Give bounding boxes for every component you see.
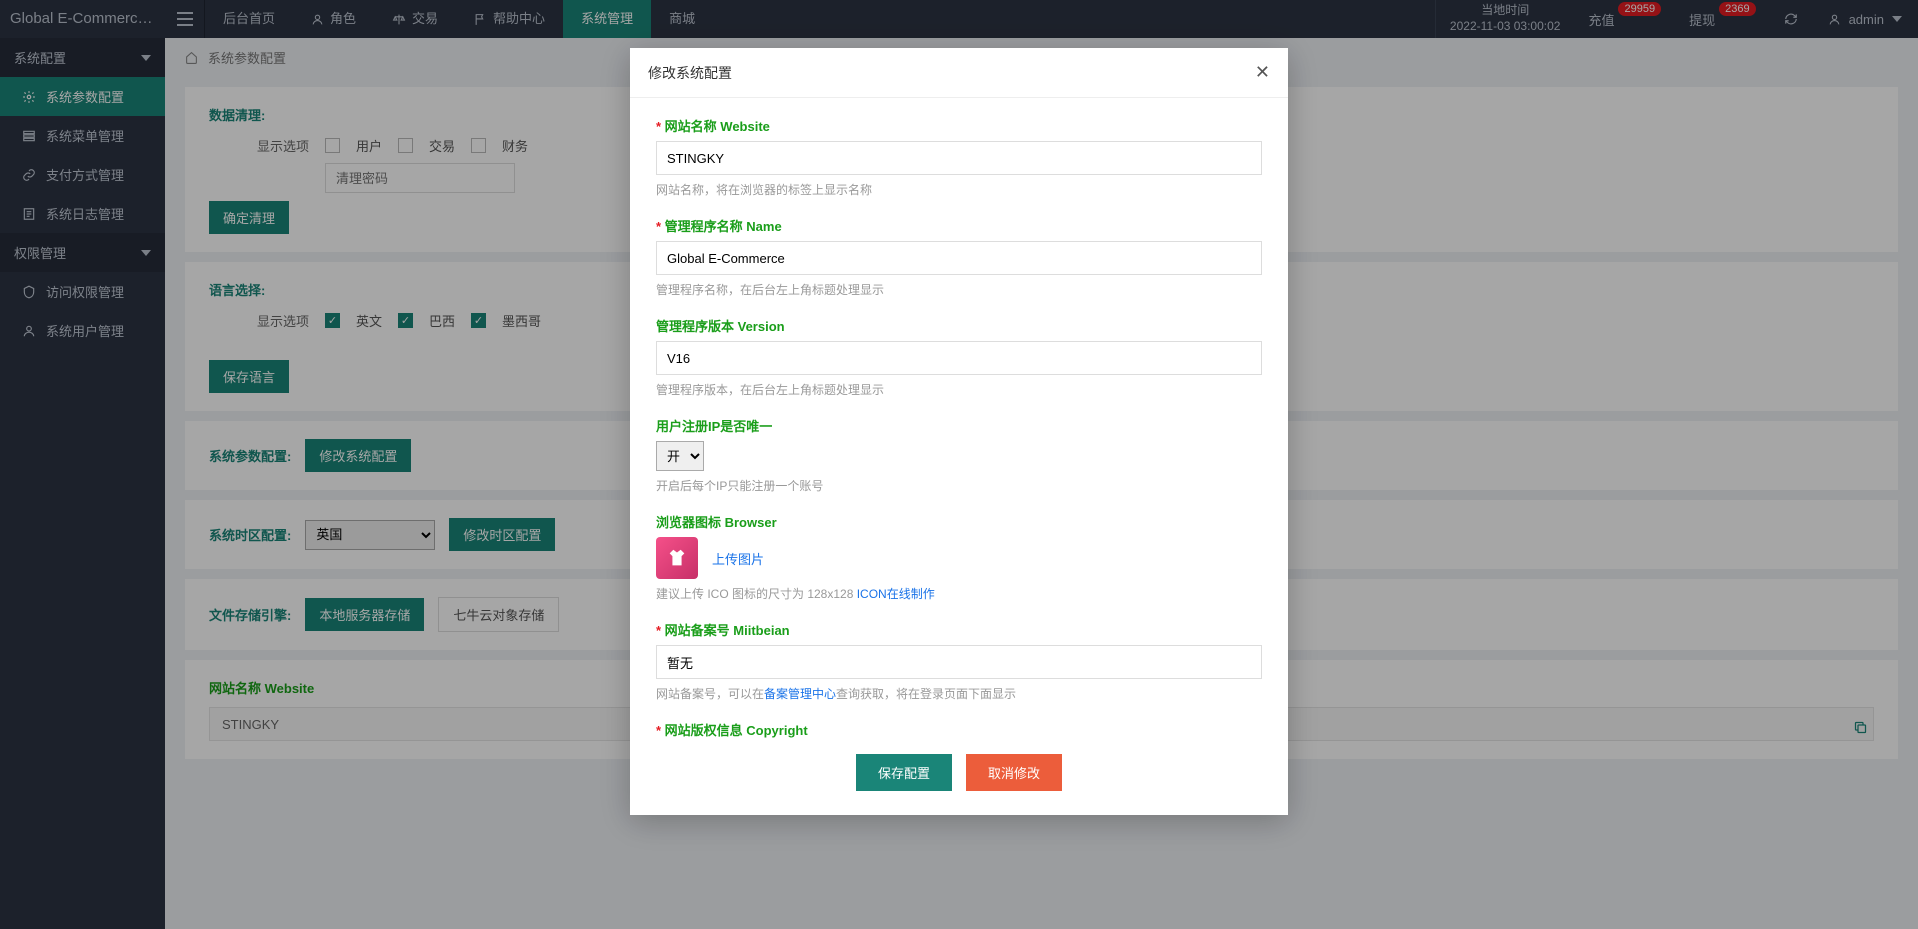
input-name[interactable]: [656, 241, 1262, 275]
modal-config: 修改系统配置 ✕ 网站名称 Website 网站名称，将在浏览器的标签上显示名称…: [630, 48, 1288, 815]
shirt-icon: [666, 547, 688, 569]
input-beian[interactable]: [656, 645, 1262, 679]
modal-title: 修改系统配置: [648, 63, 732, 83]
field-label-copyright: 网站版权信息 Copyright: [656, 720, 1262, 738]
field-label-beian: 网站备案号 Miitbeian: [656, 620, 1262, 639]
save-button[interactable]: 保存配置: [856, 754, 952, 791]
field-label-website: 网站名称 Website: [656, 116, 1262, 135]
cancel-button[interactable]: 取消修改: [966, 754, 1062, 791]
icon-maker-link[interactable]: ICON在线制作: [857, 587, 935, 601]
field-label-browser: 浏览器图标 Browser: [656, 512, 1262, 531]
close-icon[interactable]: ✕: [1255, 62, 1270, 83]
upload-image-link[interactable]: 上传图片: [712, 549, 764, 568]
input-version[interactable]: [656, 341, 1262, 375]
modal-body: 网站名称 Website 网站名称，将在浏览器的标签上显示名称 管理程序名称 N…: [630, 98, 1288, 738]
field-label-ip: 用户注册IP是否唯一: [656, 416, 1262, 435]
field-label-version: 管理程序版本 Version: [656, 316, 1262, 335]
field-label-name: 管理程序名称 Name: [656, 216, 1262, 235]
beian-center-link[interactable]: 备案管理中心: [764, 687, 836, 701]
select-ip-unique[interactable]: 开: [656, 441, 704, 471]
input-website[interactable]: [656, 141, 1262, 175]
favicon-preview: [656, 537, 698, 579]
modal-header: 修改系统配置 ✕: [630, 48, 1288, 98]
modal-footer: 保存配置 取消修改: [630, 738, 1288, 815]
